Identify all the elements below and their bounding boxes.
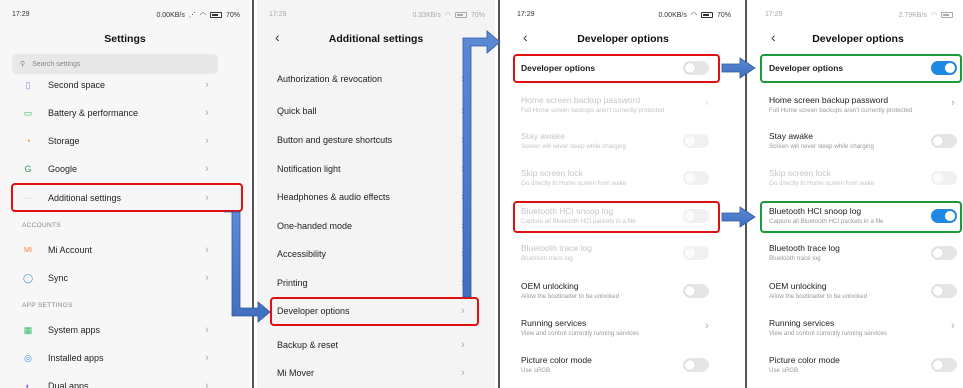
arrow-2 xyxy=(462,30,501,298)
arrow-4 xyxy=(721,206,756,228)
arrow-1 xyxy=(224,211,271,323)
flow-arrows xyxy=(224,30,756,323)
arrow-3 xyxy=(721,57,756,79)
